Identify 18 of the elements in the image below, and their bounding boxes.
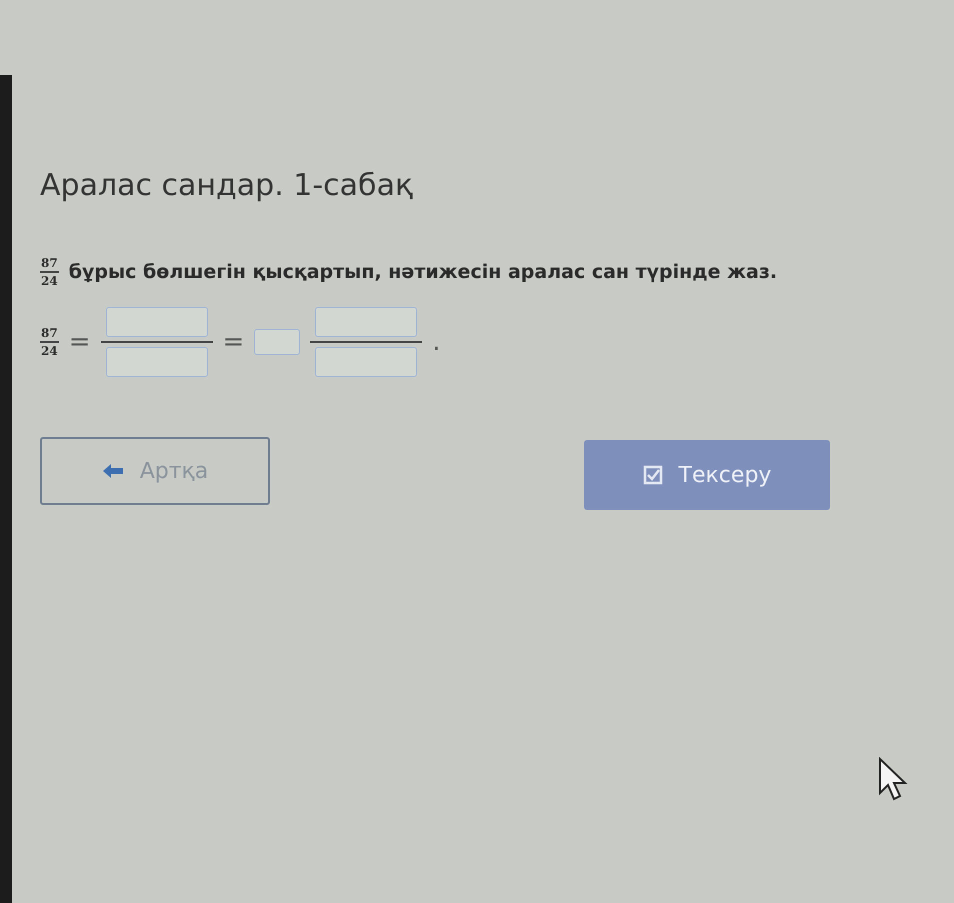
math-sign: = <box>222 327 244 357</box>
math-sign: . <box>432 327 441 357</box>
mouse-cursor-icon <box>878 757 908 801</box>
back-button[interactable]: Артқа <box>40 437 270 505</box>
lesson-title: Аралас сандар. 1-сабақ <box>40 168 414 203</box>
fraction-denominator: 24 <box>41 273 58 289</box>
fraction-denominator: 24 <box>41 343 58 359</box>
fraction-numerator: 87 <box>40 255 59 273</box>
fraction-numerator: 87 <box>40 325 59 343</box>
whole-part-input[interactable] <box>254 329 300 355</box>
instruction-text: бұрыс бөлшегін қысқартып, нәтижесін аралас сан түрінде жаз. <box>68 261 778 283</box>
math-sign: = <box>68 327 90 357</box>
numerator-input[interactable] <box>315 307 418 337</box>
numerator-input[interactable] <box>106 307 208 337</box>
arrow-left-icon <box>102 463 124 479</box>
denominator-input[interactable] <box>315 347 418 377</box>
denominator-input[interactable] <box>106 347 208 377</box>
checkbox-icon <box>642 465 663 485</box>
